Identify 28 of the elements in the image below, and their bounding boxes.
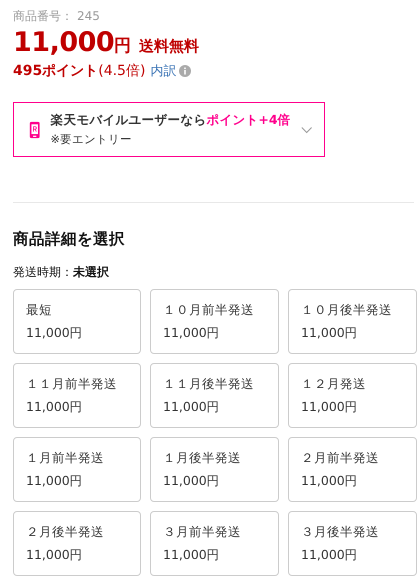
shipping-option[interactable]: １０月前半発送 11,000円 (150, 289, 279, 354)
chevron-icon (300, 126, 312, 134)
free-shipping-label: 送料無料 (139, 37, 200, 56)
shipping-option[interactable]: １月後半発送 11,000円 (150, 437, 279, 502)
shipping-option[interactable]: １月前半発送 11,000円 (13, 437, 141, 502)
promo-note: ※要エントリー (50, 132, 134, 147)
shipping-option[interactable]: １１月後半発送 11,000円 (150, 363, 279, 428)
shipping-option[interactable]: ３月前半発送 11,000円 (150, 511, 279, 576)
shipping-option[interactable]: ２月後半発送 11,000円 (13, 511, 141, 576)
shipping-period-label: 発送時期： (13, 264, 73, 281)
points-amount: 495ポイント (13, 62, 98, 80)
shipping-option[interactable]: １１月前半発送 11,000円 (13, 363, 141, 428)
item-number: 245 (77, 9, 100, 23)
info-icon[interactable] (179, 65, 192, 77)
item-number-label: 商品番号： (13, 8, 73, 25)
price: 11,000 (13, 27, 114, 58)
price-unit: 円 (114, 35, 132, 57)
breakdown-link[interactable]: 内訳 (150, 62, 176, 80)
promo-banner[interactable]: 楽天モバイルユーザーならポイント+4倍 ※要エントリー (13, 102, 325, 157)
shipping-period-value: 未選択 (73, 264, 109, 281)
points-rate: (4.5倍) (98, 62, 146, 80)
shipping-option[interactable]: ２月前半発送 11,000円 (288, 437, 417, 502)
promo-text: 楽天モバイルユーザーならポイント+4倍 (50, 112, 291, 129)
shipping-option[interactable]: ３月後半発送 11,000円 (288, 511, 417, 576)
shipping-option[interactable]: １０月後半発送 11,000円 (288, 289, 417, 354)
shipping-option[interactable]: 最短 11,000円 (13, 289, 141, 354)
section-title: 商品詳細を選択 (13, 229, 126, 250)
shipping-option[interactable]: １２月発送 11,000円 (288, 363, 417, 428)
